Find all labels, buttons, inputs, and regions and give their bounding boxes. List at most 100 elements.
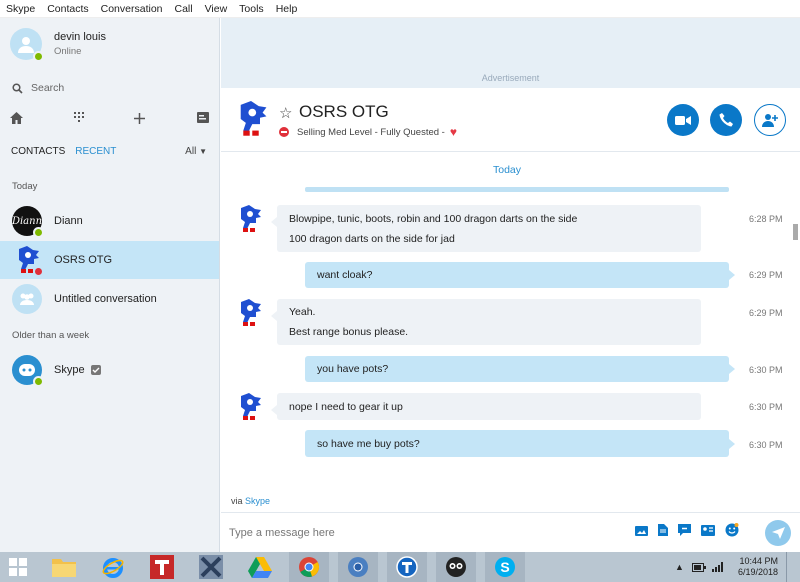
taskbar-t-app[interactable] xyxy=(142,552,182,582)
video-camera-icon xyxy=(675,115,691,125)
search-placeholder: Search xyxy=(31,82,65,94)
profile[interactable]: devin louis Online xyxy=(10,28,106,62)
home-icon[interactable] xyxy=(10,112,23,124)
filter-dropdown[interactable]: All ▼ xyxy=(185,146,207,157)
menu-contacts[interactable]: Contacts xyxy=(47,3,88,15)
contact-name: Skype xyxy=(54,364,85,376)
history-divider xyxy=(305,187,729,192)
scrollbar-thumb[interactable] xyxy=(793,224,798,240)
taskbar-chrome-blue[interactable] xyxy=(338,552,378,582)
online-status-icon xyxy=(33,376,44,387)
contact-item-diann[interactable]: Diann Diann xyxy=(0,202,219,240)
online-status-icon xyxy=(33,51,44,62)
message-incoming[interactable]: Yeah. Best range bonus please. xyxy=(271,299,701,345)
filter-label: All xyxy=(185,146,197,157)
contact-item-osrs-otg[interactable]: OSRS OTG xyxy=(0,241,219,279)
message-time: 6:29 PM xyxy=(749,308,783,318)
menu-help[interactable]: Help xyxy=(276,3,298,15)
file-explorer-icon xyxy=(52,559,76,577)
menu-bar: Skype Contacts Conversation Call View To… xyxy=(0,0,800,18)
send-contacts-icon[interactable] xyxy=(701,524,715,536)
day-separator: Today xyxy=(492,164,522,176)
menu-tools[interactable]: Tools xyxy=(239,3,264,15)
send-button[interactable] xyxy=(765,520,791,546)
audio-call-button[interactable] xyxy=(710,104,742,136)
via-note: via Skype xyxy=(231,496,270,506)
add-person-icon xyxy=(762,114,778,127)
via-prefix: via xyxy=(231,496,243,506)
sidebar-nav xyxy=(10,112,210,124)
send-image-icon[interactable] xyxy=(635,525,648,536)
x-app-icon xyxy=(199,555,223,579)
add-people-button[interactable] xyxy=(754,104,786,136)
google-drive-icon xyxy=(248,556,272,578)
message-outgoing[interactable]: you have pots? xyxy=(305,356,735,382)
heart-icon: ♥ xyxy=(449,125,457,139)
via-skype-link[interactable]: Skype xyxy=(245,496,270,506)
taskbar-chrome[interactable] xyxy=(289,552,329,582)
advertisement-label: Advertisement xyxy=(481,73,540,83)
message-text: you have pots? xyxy=(317,363,389,375)
system-tray: ▲ 10:44 PM 6/19/2018 xyxy=(675,552,794,582)
contact-name: Diann xyxy=(54,215,83,227)
message-text: 100 dragon darts on the side for jad xyxy=(289,232,455,245)
taskbar-file-explorer[interactable] xyxy=(44,552,84,582)
message-input[interactable] xyxy=(229,523,609,543)
sidebar: devin louis Online Search CONTACTS RECEN… xyxy=(0,18,220,552)
message-incoming[interactable]: nope I need to gear it up xyxy=(271,393,701,420)
message-text: Blowpipe, tunic, boots, robin and 100 dr… xyxy=(289,212,578,225)
contact-item-skype[interactable]: Skype xyxy=(0,351,219,389)
skype-icon: S xyxy=(495,557,515,577)
svg-text:S: S xyxy=(500,559,509,575)
taskbar-x-app[interactable] xyxy=(191,552,231,582)
contacts-book-icon[interactable] xyxy=(196,112,210,124)
send-arrow-icon xyxy=(771,527,785,539)
tab-recent[interactable]: RECENT xyxy=(75,146,116,157)
tab-contacts[interactable]: CONTACTS xyxy=(11,146,65,157)
search-icon xyxy=(12,82,23,94)
contact-tabs: CONTACTS RECENT All ▼ xyxy=(11,146,207,157)
chrome-blue-icon xyxy=(348,557,368,577)
send-file-icon[interactable] xyxy=(658,524,668,536)
sonic-avatar-icon xyxy=(241,393,261,420)
video-message-icon[interactable] xyxy=(678,524,691,536)
contact-item-untitled[interactable]: Untitled conversation xyxy=(0,280,219,318)
taskbar-game-app[interactable] xyxy=(436,552,476,582)
mood-text: Selling Med Level - Fully Quested - xyxy=(297,126,445,138)
diann-logo-icon: Diann xyxy=(11,215,43,227)
wifi-signal-icon[interactable] xyxy=(711,562,724,572)
menu-call[interactable]: Call xyxy=(175,3,193,15)
chevron-down-icon: ▼ xyxy=(199,147,207,156)
dialpad-icon[interactable] xyxy=(73,112,84,124)
search-input[interactable]: Search xyxy=(12,82,64,94)
taskbar-google-drive[interactable] xyxy=(240,552,280,582)
advertisement-banner[interactable]: Advertisement xyxy=(221,18,800,88)
taskbar-skype[interactable]: S xyxy=(485,552,525,582)
windows-taskbar: S ▲ 10:44 PM 6/19/2018 xyxy=(0,552,800,582)
battery-icon[interactable] xyxy=(691,562,706,572)
avatar[interactable] xyxy=(10,28,44,62)
message-incoming[interactable]: Blowpipe, tunic, boots, robin and 100 dr… xyxy=(271,205,701,252)
tray-chevron-up-icon[interactable]: ▲ xyxy=(675,562,684,572)
taskbar-t-circle-app[interactable] xyxy=(387,552,427,582)
menu-skype[interactable]: Skype xyxy=(6,3,35,15)
menu-view[interactable]: View xyxy=(205,3,228,15)
menu-conversation[interactable]: Conversation xyxy=(101,3,163,15)
busy-status-icon xyxy=(33,266,44,277)
t-circle-icon xyxy=(396,556,418,578)
favorite-star-icon[interactable]: ☆ xyxy=(279,104,292,122)
message-composer xyxy=(221,512,800,552)
emoticon-icon[interactable] xyxy=(725,523,739,537)
message-time: 6:30 PM xyxy=(749,402,783,412)
taskbar-clock[interactable]: 10:44 PM 6/19/2018 xyxy=(738,556,778,578)
message-text: want cloak? xyxy=(317,269,373,281)
taskbar-internet-explorer[interactable] xyxy=(93,552,133,582)
start-button[interactable] xyxy=(0,552,36,582)
message-outgoing[interactable]: want cloak? xyxy=(305,262,735,288)
video-call-button[interactable] xyxy=(667,104,699,136)
group-icon xyxy=(20,293,34,305)
message-outgoing[interactable]: so have me buy pots? xyxy=(305,430,735,457)
notification-icon[interactable] xyxy=(786,552,794,582)
composer-tools xyxy=(635,523,749,537)
add-icon[interactable] xyxy=(134,112,146,124)
